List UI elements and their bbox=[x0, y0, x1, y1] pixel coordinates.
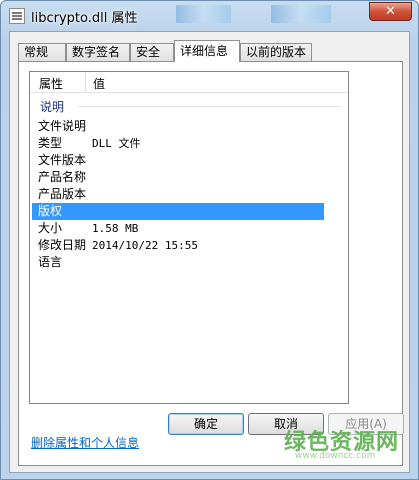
property-value: 1.58 MB bbox=[92, 222, 139, 235]
title-bar[interactable]: libcrypto.dll 属性 ✕ bbox=[1, 1, 418, 31]
window-title: libcrypto.dll 属性 bbox=[31, 11, 138, 26]
tab-label: 数字签名 bbox=[72, 45, 121, 59]
dialog-body: 常规 数字签名 安全 详细信息 以前的版本 属性 值 说明 文件说明 类型 DLL… bbox=[9, 31, 410, 473]
tab-label: 常规 bbox=[24, 45, 49, 59]
property-name: 文件说明 bbox=[38, 119, 87, 133]
list-item[interactable]: 大小 1.58 MB bbox=[32, 220, 324, 237]
property-name: 产品版本 bbox=[38, 187, 87, 201]
column-divider[interactable] bbox=[85, 72, 86, 92]
ok-button[interactable]: 确定 bbox=[168, 413, 244, 435]
list-item[interactable]: 修改日期 2014/10/22 15:55 bbox=[32, 237, 324, 254]
title-decoration bbox=[271, 5, 331, 23]
dll-file-icon bbox=[9, 8, 25, 24]
list-item[interactable]: 语言 bbox=[32, 254, 324, 271]
watermark-url: www.downcc.com bbox=[295, 451, 376, 461]
remove-properties-link[interactable]: 删除属性和个人信息 bbox=[31, 434, 139, 451]
properties-window: libcrypto.dll 属性 ✕ 常规 数字签名 安全 详细信息 以前的版本… bbox=[0, 0, 419, 480]
list-item[interactable]: 文件版本 bbox=[32, 152, 324, 169]
tab-label: 安全 bbox=[136, 45, 161, 59]
list-item[interactable]: 类型 DLL 文件 bbox=[32, 135, 324, 152]
property-name: 产品名称 bbox=[38, 170, 87, 184]
close-icon: ✕ bbox=[385, 4, 396, 19]
list-item-selected[interactable]: 版权 bbox=[32, 203, 324, 220]
group-header-description: 说明 bbox=[40, 100, 65, 114]
list-item[interactable]: 产品版本 bbox=[32, 186, 324, 203]
tab-digital-signatures[interactable]: 数字签名 bbox=[66, 43, 130, 61]
property-value: 2014/10/22 15:55 bbox=[92, 239, 198, 252]
column-header-property[interactable]: 属性 bbox=[39, 75, 63, 92]
details-panel: 属性 值 说明 文件说明 类型 DLL 文件 文件版本 产品名称 产品版本 版权 … bbox=[18, 61, 403, 466]
property-name: 版权 bbox=[38, 204, 63, 218]
list-item[interactable]: 产品名称 bbox=[32, 169, 324, 186]
property-value: DLL 文件 bbox=[92, 137, 141, 150]
title-decoration bbox=[176, 5, 231, 23]
tab-label: 以前的版本 bbox=[246, 45, 307, 59]
property-name: 大小 bbox=[38, 221, 63, 235]
list-item[interactable]: 文件说明 bbox=[32, 118, 324, 135]
close-button[interactable]: ✕ bbox=[369, 2, 412, 21]
property-name: 语言 bbox=[38, 255, 63, 269]
property-name: 文件版本 bbox=[38, 153, 87, 167]
details-list[interactable]: 属性 值 说明 文件说明 类型 DLL 文件 文件版本 产品名称 产品版本 版权 … bbox=[29, 71, 349, 404]
tab-general[interactable]: 常规 bbox=[18, 43, 66, 61]
tab-security[interactable]: 安全 bbox=[130, 43, 174, 61]
group-divider bbox=[78, 106, 340, 107]
list-header: 属性 值 bbox=[30, 72, 348, 93]
tab-previous-versions[interactable]: 以前的版本 bbox=[240, 43, 312, 61]
column-header-value[interactable]: 值 bbox=[93, 75, 105, 92]
property-name: 类型 bbox=[38, 136, 63, 150]
tab-label: 详细信息 bbox=[180, 44, 229, 58]
property-name: 修改日期 bbox=[38, 238, 87, 252]
tab-details[interactable]: 详细信息 bbox=[174, 40, 240, 62]
